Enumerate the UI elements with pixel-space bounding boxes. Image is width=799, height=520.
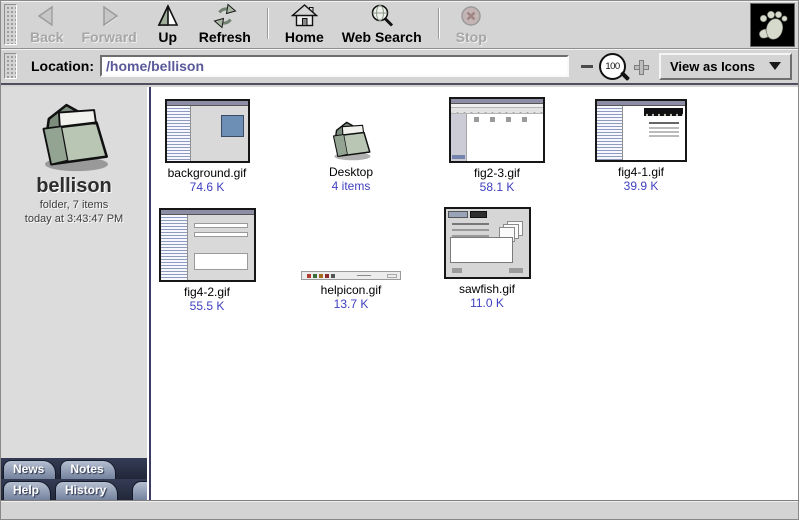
chevron-down-icon [769,62,781,70]
home-icon [291,3,318,29]
file-size-label: 58.1 K [431,180,563,194]
location-input[interactable] [100,55,569,77]
file-name-label: fig4-1.gif [575,165,707,179]
file-fig4-1-gif[interactable]: fig4-1.gif 39.9 K [575,99,707,193]
gnome-throbber [750,3,795,47]
toolbar-buttons: Back Forward Up Refresh Home Web Search … [21,1,496,48]
forward-icon [96,3,122,29]
file-name-label: fig4-2.gif [155,285,273,299]
file-size-label: 4 items [285,179,417,193]
back-icon [34,3,60,29]
sidebar-tab-notes[interactable]: Notes [60,460,115,479]
home-label: Home [285,30,324,45]
sidebar-tab-row-1: News Notes [1,458,147,479]
forward-label: Forward [81,30,136,45]
view-mode-label: View as Icons [670,59,755,74]
forward-button: Forward [72,1,145,48]
thumbnail-image [285,271,417,280]
stop-label: Stop [456,30,487,45]
home-button[interactable]: Home [276,1,333,48]
sidebar-timestamp: today at 3:43:47 PM [1,212,147,226]
file-name-label: helpicon.gif [285,283,417,297]
sidebar-tab-strip: News Notes Help History [1,458,147,500]
sidebar-divider [147,87,155,500]
stop-icon [458,3,484,29]
thumbnail-image [575,99,707,162]
file-fig4-2-gif[interactable]: fig4-2.gif 55.5 K [155,208,273,313]
sidebar-title: bellison [1,175,147,198]
sidebar-tab-history[interactable]: History [55,481,118,500]
file-helpicon-gif[interactable]: helpicon.gif 13.7 K [285,271,417,311]
sidebar-tab-help[interactable]: Help [3,481,51,500]
zoom-in-button[interactable] [634,60,647,73]
file-background-gif[interactable]: background.gif 74.6 K [155,99,273,194]
file-name-label: fig2-3.gif [431,166,563,180]
thumbnail-image [155,208,273,282]
refresh-label: Refresh [199,30,251,45]
location-label: Location: [31,58,94,74]
web-search-button[interactable]: Web Search [333,1,431,48]
sidebar-tab-stub [132,481,147,500]
file-sawfish-gif[interactable]: sawfish.gif 11.0 K [421,207,553,310]
location-bar: Location: 100 View as Icons [1,49,798,85]
up-button[interactable]: Up [146,1,190,48]
sidebar-item-count: folder, 7 items [1,198,147,212]
status-bar [1,500,798,519]
toolbar-drag-handle[interactable] [4,4,17,45]
sidebar-tab-row-2: Help History [1,479,147,500]
thumbnail-image [421,207,553,279]
file-desktop[interactable]: Desktop 4 items [285,116,417,193]
file-manager-window: Back Forward Up Refresh Home Web Search … [0,0,799,520]
refresh-button[interactable]: Refresh [190,1,260,48]
view-mode-dropdown[interactable]: View as Icons [659,53,792,80]
refresh-icon [212,3,238,29]
file-name-label: background.gif [155,166,273,180]
location-bar-drag-handle[interactable] [4,53,17,79]
up-icon [155,3,181,29]
file-name-label: sawfish.gif [421,282,553,296]
web-search-label: Web Search [342,30,422,45]
toolbar-separator [438,8,440,39]
file-fig2-3-gif[interactable]: fig2-3.gif 58.1 K [431,97,563,194]
web-search-icon [369,3,395,29]
sidebar: bellison folder, 7 items today at 3:43:4… [1,87,147,500]
file-size-label: 13.7 K [285,297,417,311]
sidebar-tab-news[interactable]: News [3,460,56,479]
window-body: bellison folder, 7 items today at 3:43:4… [1,87,798,500]
gnome-foot-icon [754,6,792,44]
folder-icon [285,116,417,162]
zoom-level-indicator[interactable]: 100 [599,53,626,80]
file-size-label: 39.9 K [575,179,707,193]
toolbar-separator [267,8,269,39]
back-button: Back [21,1,72,48]
file-name-label: Desktop [285,165,417,179]
stop-button: Stop [447,1,496,48]
icon-view: background.gif 74.6 K Desktop 4 items fi… [155,87,798,500]
file-size-label: 55.5 K [155,299,273,313]
toolbar: Back Forward Up Refresh Home Web Search … [1,1,798,49]
back-label: Back [30,30,63,45]
thumbnail-image [155,99,273,163]
sidebar-header: bellison folder, 7 items today at 3:43:4… [1,87,147,226]
up-label: Up [158,30,177,45]
zoom-level-value: 100 [605,61,619,72]
file-size-label: 74.6 K [155,180,273,194]
file-size-label: 11.0 K [421,296,553,310]
thumbnail-image [431,97,563,163]
zoom-out-button[interactable] [581,65,593,68]
sidebar-folder-icon [28,95,120,173]
